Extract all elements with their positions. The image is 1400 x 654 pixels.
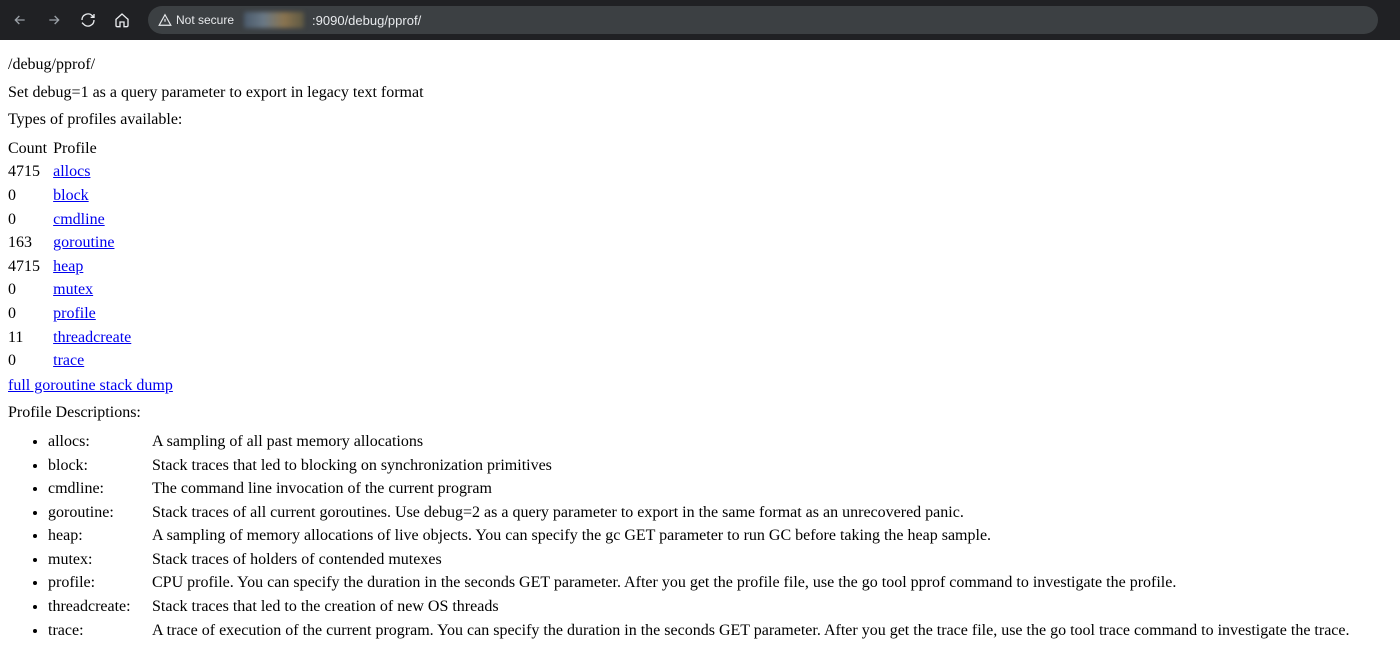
table-row: 163goroutine bbox=[8, 231, 137, 255]
profile-count: 0 bbox=[8, 302, 53, 326]
profile-count: 0 bbox=[8, 184, 53, 208]
profile-name-cell: goroutine bbox=[53, 231, 137, 255]
description-name: threadcreate: bbox=[48, 596, 152, 618]
address-bar[interactable]: Not secure :9090/debug/pprof/ bbox=[148, 6, 1378, 34]
list-item: mutex:Stack traces of holders of contend… bbox=[48, 548, 1392, 572]
home-icon bbox=[114, 12, 130, 28]
table-row: 0profile bbox=[8, 302, 137, 326]
profiles-table: Count Profile 4715allocs0block0cmdline16… bbox=[8, 137, 137, 373]
description-text: Stack traces that led to blocking on syn… bbox=[152, 455, 1392, 477]
url-text: :9090/debug/pprof/ bbox=[312, 13, 421, 28]
profile-count: 4715 bbox=[8, 160, 53, 184]
description-text: The command line invocation of the curre… bbox=[152, 478, 1392, 500]
profile-name-cell: threadcreate bbox=[53, 326, 137, 350]
profile-count: 0 bbox=[8, 278, 53, 302]
profile-name-cell: block bbox=[53, 184, 137, 208]
arrow-right-icon bbox=[46, 12, 62, 28]
table-row: 0cmdline bbox=[8, 208, 137, 232]
description-name: heap: bbox=[48, 525, 152, 547]
not-secure-label: Not secure bbox=[176, 13, 234, 27]
description-name: goroutine: bbox=[48, 502, 152, 524]
table-row: 11threadcreate bbox=[8, 326, 137, 350]
profile-link-threadcreate[interactable]: threadcreate bbox=[53, 329, 131, 346]
list-item: trace:A trace of execution of the curren… bbox=[48, 619, 1392, 643]
list-item: profile:CPU profile. You can specify the… bbox=[48, 571, 1392, 595]
description-text: CPU profile. You can specify the duratio… bbox=[152, 572, 1392, 594]
descriptions-list: allocs:A sampling of all past memory all… bbox=[48, 430, 1392, 642]
list-item: allocs:A sampling of all past memory all… bbox=[48, 430, 1392, 454]
profile-link-goroutine[interactable]: goroutine bbox=[53, 234, 114, 251]
profile-name-cell: profile bbox=[53, 302, 137, 326]
profile-link-trace[interactable]: trace bbox=[53, 352, 84, 369]
profile-count: 0 bbox=[8, 349, 53, 373]
profile-link-cmdline[interactable]: cmdline bbox=[53, 211, 105, 228]
col-profile: Profile bbox=[53, 137, 137, 161]
description-name: profile: bbox=[48, 572, 152, 594]
description-text: Stack traces of all current goroutines. … bbox=[152, 502, 1392, 524]
redacted-host bbox=[244, 12, 304, 28]
list-item: heap:A sampling of memory allocations of… bbox=[48, 524, 1392, 548]
description-text: A sampling of all past memory allocation… bbox=[152, 431, 1392, 453]
profile-name-cell: cmdline bbox=[53, 208, 137, 232]
back-button[interactable] bbox=[6, 6, 34, 34]
table-row: 0trace bbox=[8, 349, 137, 373]
description-text: A sampling of memory allocations of live… bbox=[152, 525, 1392, 547]
description-name: block: bbox=[48, 455, 152, 477]
description-text: Stack traces that led to the creation of… bbox=[152, 596, 1392, 618]
security-indicator[interactable]: Not secure bbox=[158, 13, 234, 27]
description-name: trace: bbox=[48, 620, 152, 642]
description-name: cmdline: bbox=[48, 478, 152, 500]
description-name: allocs: bbox=[48, 431, 152, 453]
profile-link-mutex[interactable]: mutex bbox=[53, 281, 93, 298]
profile-name-cell: heap bbox=[53, 255, 137, 279]
list-item: threadcreate:Stack traces that led to th… bbox=[48, 595, 1392, 619]
profile-name-cell: mutex bbox=[53, 278, 137, 302]
profile-name-cell: allocs bbox=[53, 160, 137, 184]
profile-link-heap[interactable]: heap bbox=[53, 258, 83, 275]
page-title: /debug/pprof/ bbox=[8, 54, 1392, 76]
full-goroutine-dump-link[interactable]: full goroutine stack dump bbox=[8, 375, 173, 397]
profile-name-cell: trace bbox=[53, 349, 137, 373]
profile-link-block[interactable]: block bbox=[53, 187, 89, 204]
browser-chrome: Not secure :9090/debug/pprof/ bbox=[0, 0, 1400, 40]
list-item: cmdline:The command line invocation of t… bbox=[48, 477, 1392, 501]
profile-count: 163 bbox=[8, 231, 53, 255]
profile-link-profile[interactable]: profile bbox=[53, 305, 96, 322]
table-row: 0mutex bbox=[8, 278, 137, 302]
profile-count: 11 bbox=[8, 326, 53, 350]
page-subtext: Set debug=1 as a query parameter to expo… bbox=[8, 82, 1392, 104]
list-item: goroutine:Stack traces of all current go… bbox=[48, 501, 1392, 525]
description-text: A trace of execution of the current prog… bbox=[152, 620, 1392, 642]
reload-button[interactable] bbox=[74, 6, 102, 34]
page-content: /debug/pprof/ Set debug=1 as a query par… bbox=[0, 40, 1400, 654]
descriptions-label: Profile Descriptions: bbox=[8, 402, 1392, 424]
table-row: 4715heap bbox=[8, 255, 137, 279]
home-button[interactable] bbox=[108, 6, 136, 34]
table-row: 0block bbox=[8, 184, 137, 208]
col-count: Count bbox=[8, 137, 53, 161]
reload-icon bbox=[80, 12, 96, 28]
description-text: Stack traces of holders of contended mut… bbox=[152, 549, 1392, 571]
types-label: Types of profiles available: bbox=[8, 109, 1392, 131]
warning-triangle-icon bbox=[158, 13, 172, 27]
description-name: mutex: bbox=[48, 549, 152, 571]
profile-link-allocs[interactable]: allocs bbox=[53, 163, 90, 180]
list-item: block:Stack traces that led to blocking … bbox=[48, 454, 1392, 478]
arrow-left-icon bbox=[12, 12, 28, 28]
profile-count: 0 bbox=[8, 208, 53, 232]
forward-button[interactable] bbox=[40, 6, 68, 34]
profile-count: 4715 bbox=[8, 255, 53, 279]
table-row: 4715allocs bbox=[8, 160, 137, 184]
